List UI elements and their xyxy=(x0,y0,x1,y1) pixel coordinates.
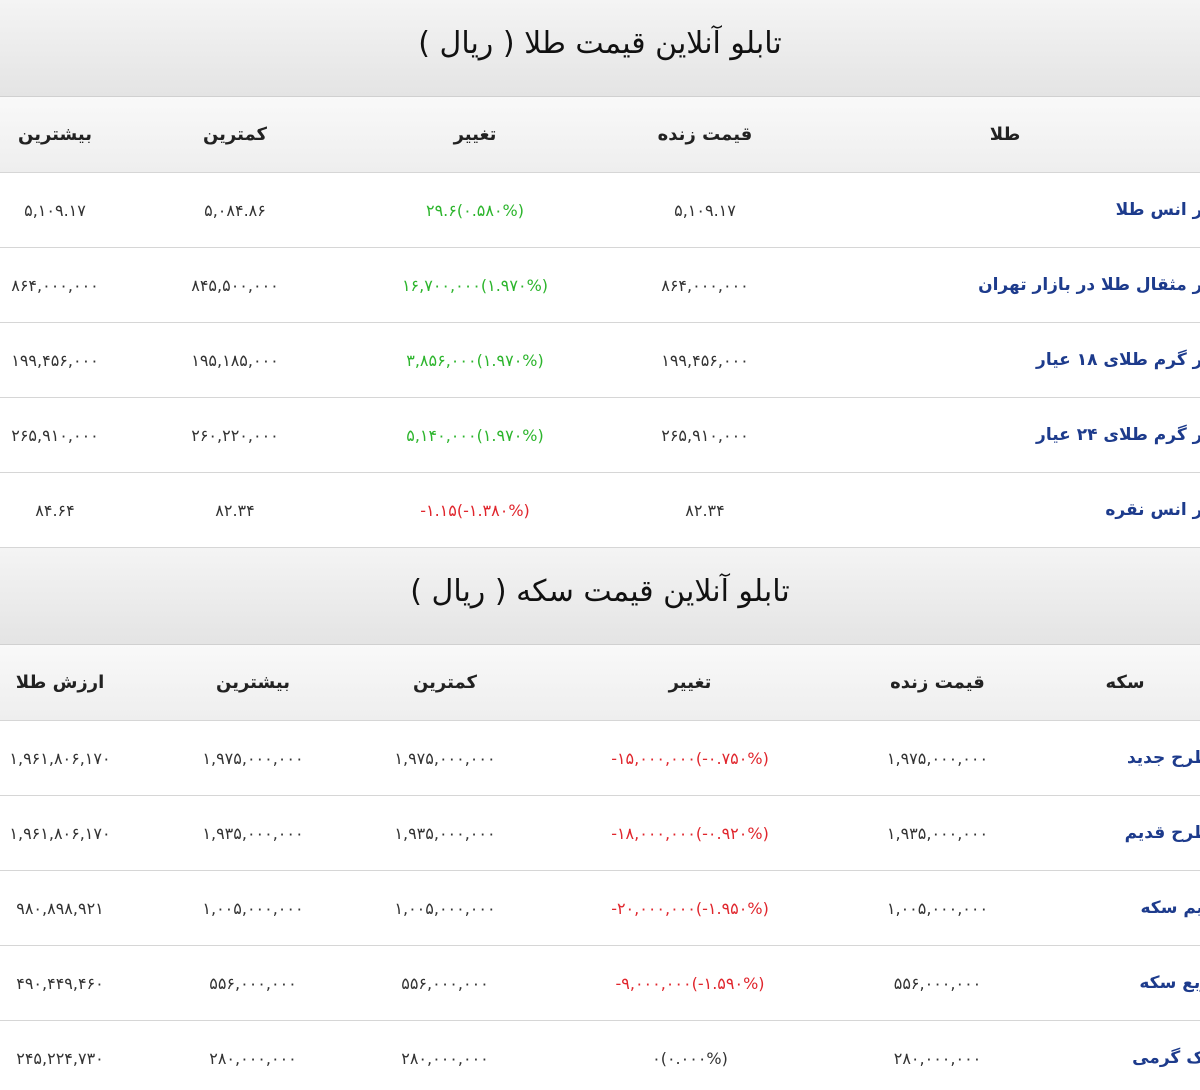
coin-item-link[interactable]: ربع سکه xyxy=(1110,946,1200,1020)
max-price: ۲۸۰,۰۰۰,۰۰۰ xyxy=(209,1048,297,1068)
gold-value: ۱,۹۶۱,۸۰۶,۱۷۰ xyxy=(9,748,111,768)
header-change: تغییر xyxy=(453,124,497,145)
price-change: -۱.۱۵(-۱.۳۸۰%) xyxy=(420,500,530,520)
min-price: ۲۶۰,۲۲۰,۰۰۰ xyxy=(191,425,279,445)
table-row: طرح جدید ۱,۹۷۵,۰۰۰,۰۰۰ -۱۵,۰۰۰,۰۰۰(-۰.۷۵… xyxy=(0,721,1200,796)
coin-item-link[interactable]: یک گرمی xyxy=(1110,1021,1200,1090)
coin-item-link[interactable]: طرح جدید xyxy=(1110,721,1200,795)
live-price: ۸۲.۳۴ xyxy=(685,500,725,520)
gold-value: ۹۸۰,۸۹۸,۹۲۱ xyxy=(16,898,104,918)
coin-item-link[interactable]: نیم سکه xyxy=(1110,871,1200,945)
table-row: یک گرمی ۲۸۰,۰۰۰,۰۰۰ ۰(۰.۰۰۰%) ۲۸۰,۰۰۰,۰۰… xyxy=(0,1021,1200,1090)
price-change: ۱۶,۷۰۰,۰۰۰(۱.۹۷۰%) xyxy=(401,275,549,295)
min-price: ۱۹۵,۱۸۵,۰۰۰ xyxy=(191,350,279,370)
table-row: طرح قدیم ۱,۹۳۵,۰۰۰,۰۰۰ -۱۸,۰۰۰,۰۰۰(-۰.۹۲… xyxy=(0,796,1200,871)
price-change: -۱۵,۰۰۰,۰۰۰(-۰.۷۵۰%) xyxy=(611,748,769,768)
header-min: کمترین xyxy=(202,124,268,145)
gold-table-header: طلا قیمت زنده تغییر کمترین بیشترین xyxy=(0,97,1200,173)
live-price: ۲۸۰,۰۰۰,۰۰۰ xyxy=(893,1048,982,1068)
min-price: ۲۸۰,۰۰۰,۰۰۰ xyxy=(401,1048,489,1068)
live-price: ۲۶۵,۹۱۰,۰۰۰ xyxy=(661,425,749,445)
header-min: کمترین xyxy=(412,672,478,693)
header-change: تغییر xyxy=(668,672,712,693)
header-gold: طلا xyxy=(989,124,1021,145)
max-price: ۱۹۹,۴۵۶,۰۰۰ xyxy=(11,350,99,370)
coin-table-header: سکه قیمت زنده تغییر کمترین بیشترین ارزش … xyxy=(0,645,1200,721)
price-change: -۲۰,۰۰۰,۰۰۰(-۱.۹۵۰%) xyxy=(611,898,769,918)
gold-item-link[interactable]: هر گرم طلای ۲۴ عیار xyxy=(985,398,1200,472)
price-change: ۳,۸۵۶,۰۰۰(۱.۹۷۰%) xyxy=(406,350,544,370)
header-coin: سکه xyxy=(1105,672,1145,693)
coin-board-title: تابلو آنلاین قیمت سکه ( ریال ) xyxy=(0,548,1200,645)
header-live-price: قیمت زنده xyxy=(657,124,753,145)
gold-price-board: تابلو آنلاین قیمت طلا ( ریال ) طلا قیمت … xyxy=(0,0,1200,548)
live-price: ۱,۹۳۵,۰۰۰,۰۰۰ xyxy=(886,823,989,843)
gold-value: ۲۴۵,۲۲۴,۷۳۰ xyxy=(16,1048,104,1068)
header-max: بیشترین xyxy=(216,672,290,693)
price-change: -۱۸,۰۰۰,۰۰۰(-۰.۹۲۰%) xyxy=(611,823,769,843)
price-change: ۲۹.۶(۰.۵۸۰%) xyxy=(425,200,524,220)
min-price: ۱,۰۰۵,۰۰۰,۰۰۰ xyxy=(394,898,496,918)
live-price: ۱,۹۷۵,۰۰۰,۰۰۰ xyxy=(886,748,989,768)
max-price: ۱,۹۷۵,۰۰۰,۰۰۰ xyxy=(202,748,304,768)
table-row: هر انس طلا ۵,۱۰۹.۱۷ ۲۹.۶(۰.۵۸۰%) ۵,۰۸۴.۸… xyxy=(0,173,1200,248)
gold-item-link[interactable]: هر انس طلا xyxy=(985,173,1200,247)
max-price: ۱,۰۰۵,۰۰۰,۰۰۰ xyxy=(202,898,304,918)
max-price: ۲۶۵,۹۱۰,۰۰۰ xyxy=(11,425,99,445)
coin-price-board: تابلو آنلاین قیمت سکه ( ریال ) سکه قیمت … xyxy=(0,548,1200,1090)
table-row: نیم سکه ۱,۰۰۵,۰۰۰,۰۰۰ -۲۰,۰۰۰,۰۰۰(-۱.۹۵۰… xyxy=(0,871,1200,946)
table-row: هر گرم طلای ۱۸ عیار ۱۹۹,۴۵۶,۰۰۰ ۳,۸۵۶,۰۰… xyxy=(0,323,1200,398)
header-max: بیشترین xyxy=(18,124,92,145)
gold-item-link[interactable]: هر مثقال طلا در بازار تهران xyxy=(978,248,1200,322)
min-price: ۸۲.۳۴ xyxy=(215,500,255,520)
gold-item-link[interactable]: هر گرم طلای ۱۸ عیار xyxy=(985,323,1200,397)
min-price: ۵,۰۸۴.۸۶ xyxy=(204,200,266,220)
price-change: -۹,۰۰۰,۰۰۰(-۱.۵۹۰%) xyxy=(615,973,765,993)
gold-board-title-text: تابلو آنلاین قیمت طلا ( ریال ) xyxy=(418,26,782,61)
min-price: ۸۴۵,۵۰۰,۰۰۰ xyxy=(191,275,279,295)
gold-value: ۱,۹۶۱,۸۰۶,۱۷۰ xyxy=(9,823,111,843)
live-price: ۱۹۹,۴۵۶,۰۰۰ xyxy=(661,350,749,370)
live-price: ۸۶۴,۰۰۰,۰۰۰ xyxy=(661,275,749,295)
table-row: هر مثقال طلا در بازار تهران ۸۶۴,۰۰۰,۰۰۰ … xyxy=(0,248,1200,323)
max-price: ۱,۹۳۵,۰۰۰,۰۰۰ xyxy=(202,823,304,843)
coin-board-title-text: تابلو آنلاین قیمت سکه ( ریال ) xyxy=(410,574,790,609)
table-row: هر انس نقره ۸۲.۳۴ -۱.۱۵(-۱.۳۸۰%) ۸۲.۳۴ ۸… xyxy=(0,473,1200,548)
table-row: هر گرم طلای ۲۴ عیار ۲۶۵,۹۱۰,۰۰۰ ۵,۱۴۰,۰۰… xyxy=(0,398,1200,473)
coin-item-link[interactable]: طرح قدیم xyxy=(1110,796,1200,870)
header-gold-value: ارزش طلا xyxy=(15,672,105,693)
gold-board-title: تابلو آنلاین قیمت طلا ( ریال ) xyxy=(0,0,1200,97)
min-price: ۵۵۶,۰۰۰,۰۰۰ xyxy=(401,973,489,993)
max-price: ۸۴.۶۴ xyxy=(35,500,75,520)
live-price: ۱,۰۰۵,۰۰۰,۰۰۰ xyxy=(886,898,989,918)
price-change: ۵,۱۴۰,۰۰۰(۱.۹۷۰%) xyxy=(406,425,544,445)
gold-value: ۴۹۰,۴۴۹,۴۶۰ xyxy=(16,973,104,993)
max-price: ۵۵۶,۰۰۰,۰۰۰ xyxy=(209,973,297,993)
max-price: ۵,۱۰۹.۱۷ xyxy=(24,200,86,220)
live-price: ۵,۱۰۹.۱۷ xyxy=(674,200,736,220)
min-price: ۱,۹۷۵,۰۰۰,۰۰۰ xyxy=(394,748,496,768)
live-price: ۵۵۶,۰۰۰,۰۰۰ xyxy=(893,973,982,993)
price-change: ۰(۰.۰۰۰%) xyxy=(652,1048,728,1068)
max-price: ۸۶۴,۰۰۰,۰۰۰ xyxy=(11,275,99,295)
header-live-price: قیمت زنده xyxy=(890,672,985,693)
gold-item-link[interactable]: هر انس نقره xyxy=(985,473,1200,547)
min-price: ۱,۹۳۵,۰۰۰,۰۰۰ xyxy=(394,823,496,843)
table-row: ربع سکه ۵۵۶,۰۰۰,۰۰۰ -۹,۰۰۰,۰۰۰(-۱.۵۹۰%) … xyxy=(0,946,1200,1021)
